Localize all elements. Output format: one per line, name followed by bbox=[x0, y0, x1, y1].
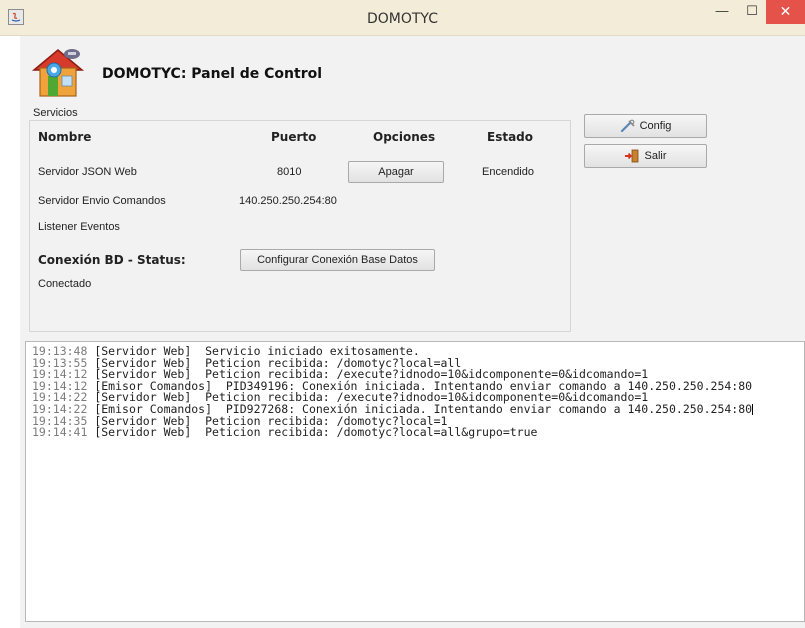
service-name-json-web: Servidor JSON Web bbox=[38, 166, 137, 178]
service-name-event-listener: Listener Eventos bbox=[38, 221, 120, 233]
service-port-json-web: 8010 bbox=[277, 166, 302, 178]
column-header-name: Nombre bbox=[38, 130, 92, 144]
close-button[interactable]: ✕ bbox=[766, 0, 805, 24]
db-status-value: Conectado bbox=[38, 278, 92, 290]
column-header-port: Puerto bbox=[271, 130, 317, 144]
log-line: 19:14:41 [Servidor Web] Peticion recibid… bbox=[32, 425, 538, 440]
column-header-options: Opciones bbox=[373, 130, 436, 144]
title-bar: DOMOTYC — ☐ ✕ bbox=[0, 0, 805, 36]
log-textarea[interactable]: 19:13:48 [Servidor Web] Servicio iniciad… bbox=[25, 341, 805, 622]
exit-door-icon bbox=[624, 149, 640, 163]
services-group-label: Servicios bbox=[33, 107, 78, 119]
main-panel: DOMOTYC: Panel de Control Servicios Nomb… bbox=[20, 36, 805, 628]
service-port-command-sender: 140.250.250.254:80 bbox=[239, 195, 337, 207]
config-button-label: Config bbox=[639, 120, 672, 132]
maximize-button[interactable]: ☐ bbox=[738, 0, 766, 24]
service-name-command-sender: Servidor Envio Comandos bbox=[38, 195, 166, 207]
exit-button-label: Salir bbox=[644, 150, 667, 162]
service-status-json-web: Encendido bbox=[482, 166, 534, 178]
exit-button[interactable]: Salir bbox=[584, 144, 707, 168]
shutdown-button[interactable]: Apagar bbox=[348, 161, 444, 183]
page-title: DOMOTYC: Panel de Control bbox=[102, 66, 323, 82]
config-button[interactable]: Config bbox=[584, 114, 707, 138]
window-title: DOMOTYC bbox=[366, 11, 438, 27]
configure-db-button[interactable]: Configurar Conexión Base Datos bbox=[240, 249, 435, 271]
column-header-status: Estado bbox=[487, 130, 534, 144]
text-caret bbox=[752, 403, 754, 415]
house-logo-icon bbox=[28, 44, 88, 102]
db-status-label: Conexión BD - Status: bbox=[38, 253, 186, 267]
minimize-button[interactable]: — bbox=[706, 0, 738, 24]
tools-icon bbox=[620, 119, 636, 133]
